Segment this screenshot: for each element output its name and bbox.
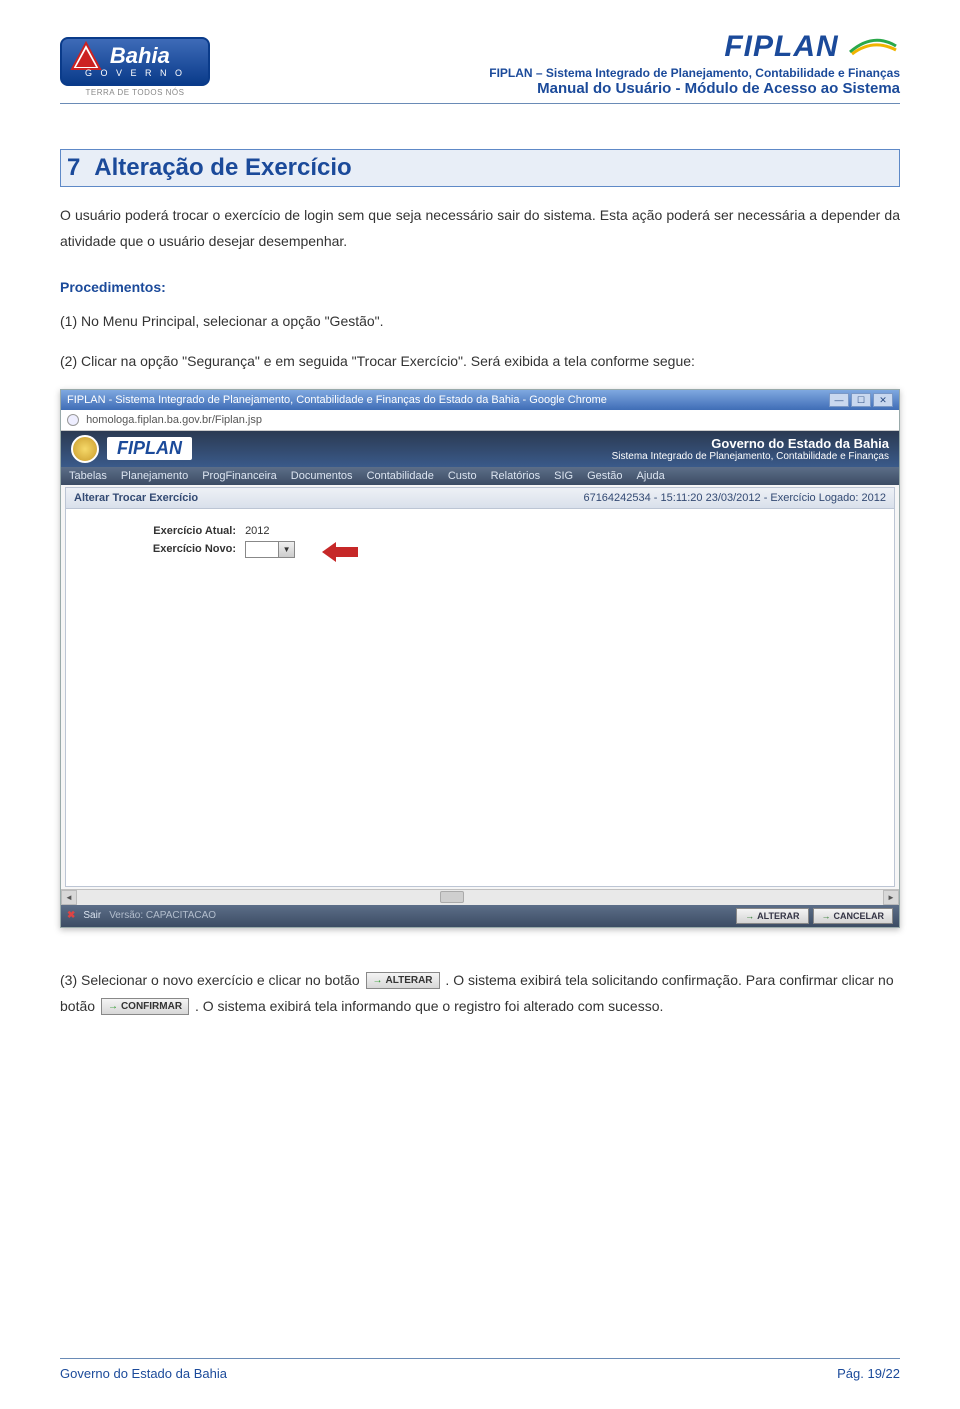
close-icon[interactable]: ✕: [873, 393, 893, 407]
bahia-triangle-icon: [70, 41, 102, 71]
scroll-left-icon[interactable]: ◄: [61, 890, 77, 905]
step-3-text-c: . O sistema exibirá tela informando que …: [195, 998, 663, 1014]
label-exercicio-atual: Exercício Atual:: [126, 525, 236, 537]
header-subtitle-1: FIPLAN – Sistema Integrado de Planejamen…: [230, 66, 900, 80]
page-footer: Governo do Estado da Bahia Pág. 19/22: [60, 1366, 900, 1381]
globe-icon: [67, 414, 79, 426]
panel-status: 67164242534 - 15:11:20 23/03/2012 - Exer…: [583, 492, 886, 504]
window-titlebar: FIPLAN - Sistema Integrado de Planejamen…: [61, 390, 899, 410]
sair-link[interactable]: Sair: [83, 910, 101, 921]
menu-progfinanceira[interactable]: ProgFinanceira: [202, 470, 277, 482]
menu-tabelas[interactable]: Tabelas: [69, 470, 107, 482]
bahia-tagline: TERRA DE TODOS NÓS: [60, 88, 210, 97]
logo-bahia: Bahia G O V E R N O TERRA DE TODOS NÓS: [60, 37, 210, 97]
step-3-text-a: (3) Selecionar o novo exercício e clicar…: [60, 972, 364, 988]
label-exercicio-novo: Exercício Novo:: [126, 543, 236, 555]
content-panel: Alterar Trocar Exercício 67164242534 - 1…: [65, 487, 895, 887]
exit-x-icon[interactable]: ✖: [67, 910, 75, 921]
arrow-right-icon: →: [373, 975, 383, 986]
header-subtitle-2: Manual do Usuário - Módulo de Acesso ao …: [230, 80, 900, 97]
form-row-exercicio-atual: Exercício Atual: 2012: [66, 509, 894, 539]
section-title-box: 7 Alteração de Exercício: [60, 149, 900, 187]
intro-paragraph: O usuário poderá trocar o exercício de l…: [60, 203, 900, 255]
arrow-right-icon: →: [822, 911, 831, 921]
footer-rule: [60, 1358, 900, 1359]
value-exercicio-atual: 2012: [245, 525, 269, 537]
chevron-down-icon[interactable]: ▼: [278, 542, 294, 557]
arrow-right-icon: →: [108, 1001, 118, 1012]
window-title: FIPLAN - Sistema Integrado de Planejamen…: [67, 394, 607, 406]
footer-left: Governo do Estado da Bahia: [60, 1366, 227, 1381]
inline-confirmar-button: →CONFIRMAR: [101, 998, 189, 1015]
horizontal-scrollbar[interactable]: ◄ ►: [61, 889, 899, 905]
menu-planejamento[interactable]: Planejamento: [121, 470, 188, 482]
url-text: homologa.fiplan.ba.gov.br/Fiplan.jsp: [86, 414, 262, 426]
menu-custo[interactable]: Custo: [448, 470, 477, 482]
maximize-icon[interactable]: ☐: [851, 393, 871, 407]
scroll-thumb[interactable]: [440, 891, 464, 903]
panel-title: Alterar Trocar Exercício: [74, 492, 198, 504]
fiplan-logo-text: FIPLAN: [724, 30, 838, 63]
fiplan-logo: FIPLAN: [230, 30, 900, 64]
step-1: (1) No Menu Principal, selecionar a opçã…: [60, 309, 900, 335]
menu-sig[interactable]: SIG: [554, 470, 573, 482]
inline-alterar-label: ALTERAR: [386, 975, 433, 986]
footer-right: Pág. 19/22: [837, 1366, 900, 1381]
scroll-track[interactable]: [77, 890, 883, 905]
arrow-right-icon: →: [745, 911, 754, 921]
step-2: (2) Clicar na opção "Segurança" e em seg…: [60, 349, 900, 375]
menubar: Tabelas Planejamento ProgFinanceira Docu…: [61, 467, 899, 485]
menu-gestao[interactable]: Gestão: [587, 470, 622, 482]
gov-title: Governo do Estado da Bahia: [612, 436, 889, 451]
app-header: FIPLAN Governo do Estado da Bahia Sistem…: [61, 431, 899, 467]
procedures-heading: Procedimentos:: [60, 279, 900, 295]
step-3: (3) Selecionar o novo exercício e clicar…: [60, 968, 900, 1020]
coat-of-arms-icon: [71, 435, 99, 463]
fiplan-swoosh-icon: [848, 30, 898, 50]
cancelar-label: CANCELAR: [834, 911, 885, 921]
version-label: Versão: CAPACITACAO: [109, 910, 216, 921]
alterar-label: ALTERAR: [757, 911, 799, 921]
bahia-sub: G O V E R N O: [70, 68, 200, 78]
scroll-right-icon[interactable]: ►: [883, 890, 899, 905]
gov-subtitle: Sistema Integrado de Planejamento, Conta…: [612, 451, 889, 462]
page-header: Bahia G O V E R N O TERRA DE TODOS NÓS F…: [60, 30, 900, 97]
bahia-name: Bahia: [106, 43, 170, 68]
app-bottombar: ✖ Sair Versão: CAPACITACAO →ALTERAR →CAN…: [61, 905, 899, 927]
panel-header: Alterar Trocar Exercício 67164242534 - 1…: [66, 488, 894, 509]
menu-contabilidade[interactable]: Contabilidade: [367, 470, 434, 482]
menu-relatorios[interactable]: Relatórios: [491, 470, 541, 482]
menu-ajuda[interactable]: Ajuda: [637, 470, 665, 482]
select-exercicio-novo[interactable]: ▼: [245, 541, 295, 558]
section-number: 7: [67, 154, 80, 181]
annotation-arrow-icon: [322, 542, 358, 562]
alterar-button[interactable]: →ALTERAR: [736, 908, 808, 924]
inline-confirmar-label: CONFIRMAR: [121, 1001, 182, 1012]
minimize-icon[interactable]: —: [829, 393, 849, 407]
header-rule: [60, 103, 900, 104]
address-bar[interactable]: homologa.fiplan.ba.gov.br/Fiplan.jsp: [61, 410, 899, 431]
section-title: Alteração de Exercício: [94, 154, 351, 181]
cancelar-button[interactable]: →CANCELAR: [813, 908, 894, 924]
inline-alterar-button: →ALTERAR: [366, 972, 440, 989]
app-logo: FIPLAN: [107, 437, 192, 460]
screenshot-window: FIPLAN - Sistema Integrado de Planejamen…: [60, 389, 900, 928]
form-row-exercicio-novo: Exercício Novo: ▼: [66, 539, 894, 560]
menu-documentos[interactable]: Documentos: [291, 470, 353, 482]
